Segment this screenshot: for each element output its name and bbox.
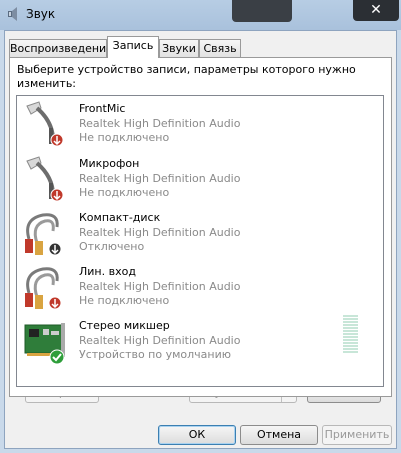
cancel-button[interactable]: Отмена [240,425,318,445]
device-status: Не подключено [79,186,170,199]
default-check-icon [49,349,65,365]
device-item-cd[interactable]: Компакт-диск Realtek High Definition Aud… [17,207,383,261]
device-status: Отключено [79,240,145,253]
tab-playback[interactable]: Воспроизведение [9,39,113,57]
line-in-cable-icon [25,213,62,256]
device-name: FrontMic [79,102,126,115]
tab-label: Воспроизведение [10,42,113,55]
apply-button[interactable]: Применить [322,425,392,445]
title-bar-shadow [232,0,292,22]
microphone-icon [26,156,64,202]
device-status: Не подключено [79,131,170,144]
device-name: Лин. вход [79,265,136,278]
button-label: Применить [324,428,390,441]
speaker-icon [8,7,17,21]
device-item-frontmic[interactable]: FrontMic Realtek High Definition Audio Н… [17,98,383,152]
recording-tab-panel: Выберите устройство записи, параметры ко… [9,57,392,397]
title-bar[interactable]: Звук ✕ [0,0,401,30]
button-label: ОК [188,428,206,441]
tab-communications[interactable]: Связь [199,39,241,57]
ok-button[interactable]: ОК [158,425,236,445]
device-status: Устройство по умолчанию [79,348,232,361]
device-driver: Realtek High Definition Audio [79,280,241,293]
device-name: Стерео микшер [79,319,170,332]
button-label: Отмена [256,428,302,441]
dialog-client-area: Воспроизведение Запись Звуки Связь Выбер… [4,30,397,449]
tab-label: Звуки [162,42,196,55]
window-title: Звук [26,7,56,21]
instruction-text: Выберите устройство записи, параметры ко… [17,63,356,90]
device-item-stereo-mix[interactable]: Стерео микшер Realtek High Definition Au… [17,315,383,369]
level-meter [343,315,358,355]
close-button[interactable]: ✕ [353,0,399,21]
recording-device-list[interactable]: FrontMic Realtek High Definition Audio Н… [16,95,384,387]
device-name: Микрофон [79,157,140,170]
tab-sounds[interactable]: Звуки [159,39,199,57]
microphone-icon [26,101,64,147]
device-driver: Realtek High Definition Audio [79,117,241,130]
sound-card-icon [24,323,65,365]
device-driver: Realtek High Definition Audio [79,172,241,185]
tab-recording[interactable]: Запись [107,36,159,58]
line-in-cable-icon [25,267,62,310]
device-driver: Realtek High Definition Audio [79,334,241,347]
device-item-microphone[interactable]: Микрофон Realtek High Definition Audio Н… [17,153,383,207]
tab-label: Запись [112,39,154,52]
tab-label: Связь [203,42,237,55]
device-name: Компакт-диск [79,211,161,224]
sound-dialog: Звук ✕ Воспроизведение Запись Звуки Связ… [0,0,401,453]
device-item-line-in[interactable]: Лин. вход Realtek High Definition Audio … [17,261,383,315]
device-driver: Realtek High Definition Audio [79,226,241,239]
device-status: Не подключено [79,294,170,307]
